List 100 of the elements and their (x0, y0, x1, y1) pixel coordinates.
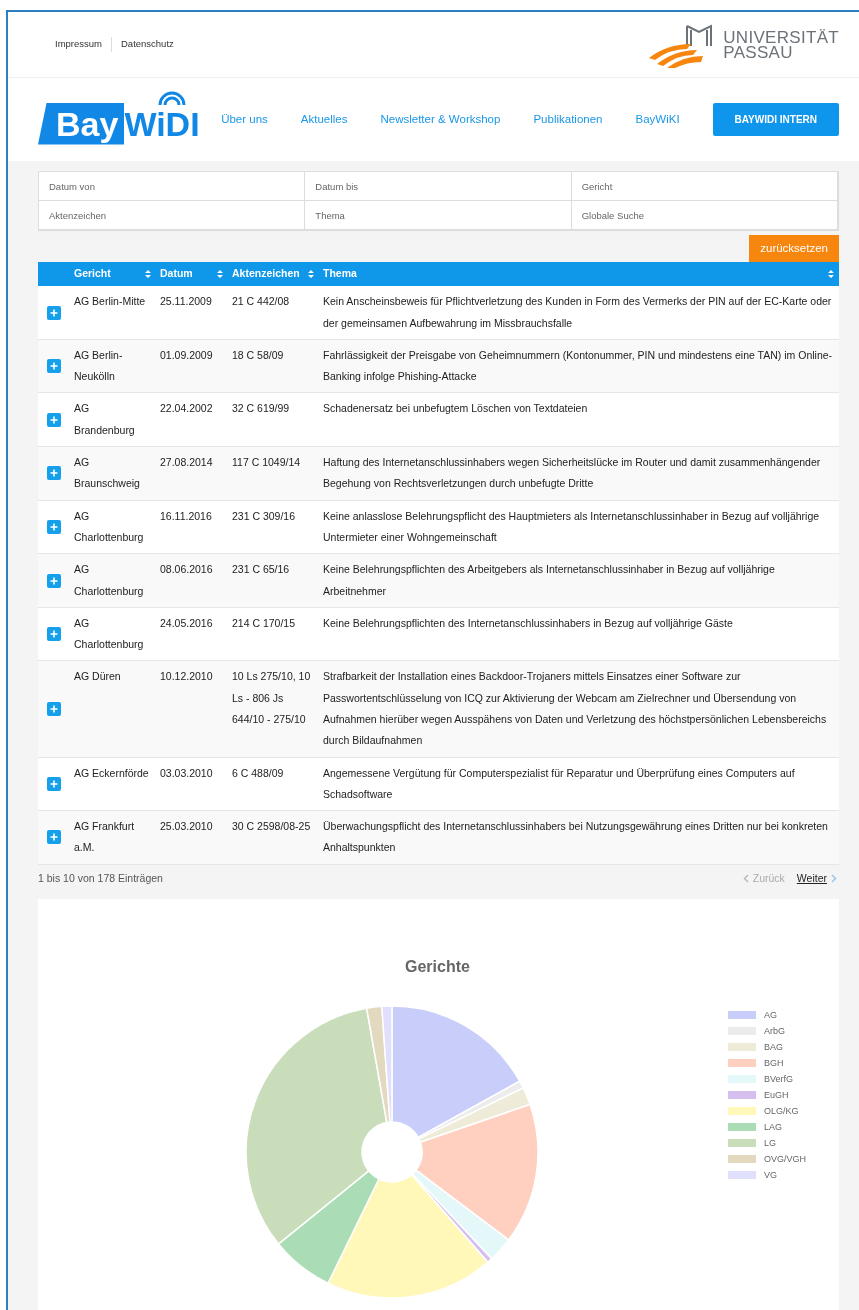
table-cell-text: AG Frankfurt a.M. (73, 819, 136, 856)
table-cell-text: 32 C 619/99 (231, 401, 291, 417)
table-cell-text: Überwachungspflicht des Internetanschlussinhabers bei Nutzungsgewährung eines Dritten nur bei konkreten Anhaltspunkten (322, 819, 829, 856)
table-cell-text: 18 C 58/09 (231, 347, 285, 363)
table-cell-text: 231 C 309/16 (231, 508, 297, 524)
expand-button[interactable] (47, 573, 61, 588)
table-cell-text: 117 C 1049/14 (231, 455, 302, 471)
table-cell-text: AG Berlin-Mitte (73, 294, 147, 310)
filter-field[interactable]: Thema (305, 201, 572, 230)
table-cell-text: 24.05.2016 (159, 615, 214, 631)
sort-icon (307, 269, 315, 280)
legend-label: LAG (764, 1120, 782, 1134)
legend-label: BAG (764, 1040, 783, 1054)
table-cell-text: 01.09.2009 (159, 347, 214, 363)
filter-field[interactable]: Aktenzeichen (39, 201, 306, 230)
expand-button[interactable] (47, 305, 61, 320)
chart-title: Gerichte (405, 956, 470, 977)
table-cell-text: AG Charlottenburg (73, 615, 145, 653)
plus-icon (50, 522, 58, 531)
nav-link[interactable]: Publikationen (533, 110, 603, 129)
table-cell-text: 22.04.2002 (159, 401, 214, 417)
expand-button[interactable] (47, 830, 61, 845)
table-cell-text: 10.12.2010 (159, 669, 214, 685)
table-cell-text: 03.03.2010 (159, 765, 214, 781)
plus-icon (50, 576, 58, 585)
table-cell-text: 231 C 65/16 (231, 562, 291, 578)
filter-field[interactable]: Datum von (39, 172, 306, 201)
logo-text: UNIVERSITÄT (723, 29, 839, 45)
expand-button[interactable] (47, 519, 61, 534)
plus-icon (50, 308, 58, 317)
footer-link[interactable]: Datenschutz (111, 37, 183, 52)
legend-label: AG (764, 1008, 777, 1022)
column-header[interactable]: Aktenzeichen (232, 266, 300, 283)
footer-link[interactable]: Impressum (46, 37, 111, 52)
entries-info: 1 bis 10 von 178 Einträgen (38, 870, 163, 886)
expand-button[interactable] (47, 627, 61, 642)
next-link[interactable]: Weiter (794, 870, 839, 887)
expand-button[interactable] (47, 776, 61, 791)
table-cell-text: Angemessene Vergütung für Computerspezialist für Reparatur und Überprüfung eines Computers auf Schadsoftware (322, 765, 796, 802)
table-cell-text: AG Charlottenburg (73, 562, 145, 599)
table-cell-text: 25.03.2010 (159, 819, 214, 835)
plus-icon (50, 415, 58, 424)
legend-label: BGH (764, 1056, 784, 1070)
table-cell-text: Keine anlasslose Belehrungspflicht des Hauptmieters als Internetanschlussinhaber in Bezug auf volljährige Untermieter einer Wohngemeinschaft (322, 508, 821, 545)
table-cell-text: Haftung des Internetanschlussinhabers wegen Sicherheitslücke im Router und damit zusammenhängender Begehung von Rechtsverletzungen durch unbefugte Dritte (322, 455, 822, 492)
legend-label: LG (764, 1136, 776, 1150)
table-cell-text: AG Eckernförde (73, 765, 150, 781)
table-cell-text: AG Brandenburg (73, 401, 136, 438)
table-cell-text: AG Braunschweig (73, 455, 141, 492)
legend-label: VG (764, 1168, 777, 1182)
expand-button[interactable] (47, 702, 61, 716)
column-header[interactable]: Gericht (74, 266, 111, 283)
logo-text: WiDI (124, 103, 200, 145)
sort-icon (216, 269, 224, 280)
column-header[interactable]: Thema (323, 266, 357, 283)
table-cell-text: 27.08.2014 (159, 455, 214, 471)
table-cell-text: 21 C 442/08 (231, 294, 291, 310)
plus-icon (50, 362, 58, 371)
nav-link[interactable]: Newsletter & Workshop (380, 110, 501, 129)
table-cell-text: 6 C 488/09 (231, 765, 285, 781)
expand-button[interactable] (47, 412, 61, 427)
table-cell-text: AG Charlottenburg (73, 508, 145, 545)
legend-label: ArbG (764, 1024, 785, 1038)
plus-icon (50, 630, 58, 639)
filter-field[interactable]: Gericht (571, 172, 838, 201)
table-cell-text: 25.11.2009 (159, 294, 213, 310)
legend-label: EuGH (764, 1088, 789, 1102)
legend-label: OVG/VGH (764, 1152, 806, 1166)
reset-button[interactable]: zurücksetzen (749, 235, 839, 263)
nav-link[interactable]: Aktuelles (300, 110, 348, 129)
table-cell-text: AG Berlin-Neukölln (73, 347, 124, 385)
chevron-icon (831, 874, 837, 884)
plus-icon (50, 833, 58, 842)
logo-text: PASSAU (723, 44, 793, 60)
filter-field[interactable]: Datum bis (305, 172, 572, 201)
table-cell-text: Kein Anscheinsbeweis für Pflichtverletzung des Kunden in Form des Vermerks der PIN auf der EC-Karte oder der gemeinsamen Aufbewahrung im Missbrauchsfalle (322, 294, 833, 331)
table-cell-text: 10 Ls 275/10, 10 Ls - 806 Js 644/10 - 275/10 (231, 669, 312, 727)
expand-button[interactable] (47, 359, 61, 374)
intern-button[interactable]: BAYWIDI INTERN (712, 103, 839, 136)
column-header[interactable]: Datum (160, 266, 193, 283)
table-cell-text: AG Düren (73, 669, 122, 685)
sort-icon (144, 269, 152, 280)
table-cell-text: 16.11.2016 (159, 508, 213, 524)
plus-icon (50, 779, 58, 788)
plus-icon (50, 705, 58, 713)
legend-label: OLG/KG (764, 1104, 799, 1118)
table-cell-text: 214 C 170/15 (231, 615, 297, 631)
expand-button[interactable] (47, 466, 61, 481)
table-cell-text: Schadenersatz bei unbefugtem Löschen von Textdateien (322, 401, 589, 417)
legend-label: BVerfG (764, 1072, 793, 1086)
chevron-icon (742, 874, 749, 884)
nav-link[interactable]: Über uns (221, 110, 268, 129)
filter-field[interactable]: Globale Suche (571, 201, 838, 230)
plus-icon (50, 469, 58, 478)
table-cell-text: 30 C 2598/08-25 (231, 819, 312, 835)
table-cell-text: Strafbarkeit der Installation eines Backdoor-Trojaners mittels Einsatzes einer Software zur Passwortentschlüsselung von ICQ zur Aktivierung der Webcam am Zielrechner und Übersendung von Aufnahmen hierüber wegen Ausspähens von Daten und Verletzung des höchstpersönlichen Lebensbereichs durch Bildaufnahmen (322, 669, 828, 749)
table-cell-text: Keine Belehrungspflichten des Internetanschlussinhabers in Bezug auf volljährige Gäste (322, 615, 734, 631)
nav-link[interactable]: BayWiKI (635, 110, 680, 129)
table-cell-text: Fahrlässigkeit der Preisgabe von Geheimnummern (Kontonummer, PIN und mindestens eine TAN) im Online-Banking infolge Phishing-Attacke (322, 347, 834, 385)
table-cell-text: 08.06.2016 (159, 562, 214, 578)
